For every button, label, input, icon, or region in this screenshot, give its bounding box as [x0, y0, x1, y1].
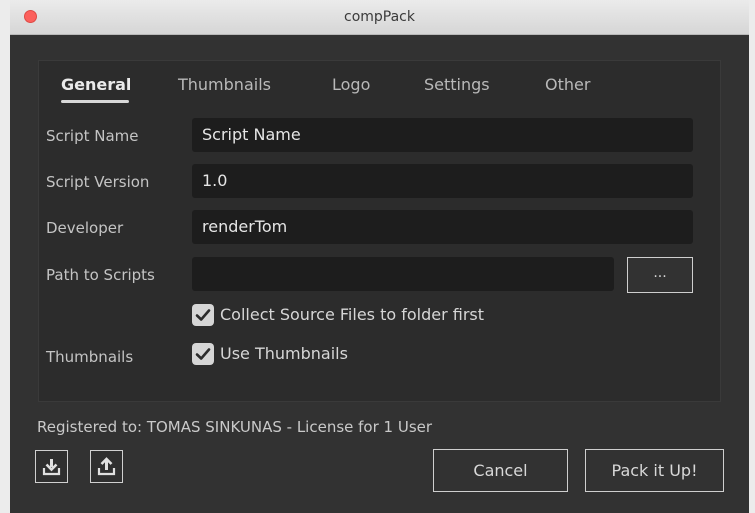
developer-label: Developer: [46, 219, 124, 237]
browse-button[interactable]: ...: [627, 257, 693, 293]
registration-info: Registered to: TOMAS SINKUNAS - License …: [37, 418, 433, 436]
cancel-button[interactable]: Cancel: [433, 449, 568, 492]
active-tab-indicator: [61, 100, 129, 103]
use-thumbnails-checkbox[interactable]: [192, 343, 214, 365]
script-version-input[interactable]: 1.0: [192, 164, 693, 198]
thumbnails-label: Thumbnails: [46, 348, 134, 366]
collect-source-label[interactable]: Collect Source Files to folder first: [220, 305, 484, 324]
tab-logo[interactable]: Logo: [332, 75, 370, 94]
tab-other[interactable]: Other: [545, 75, 590, 94]
collect-source-checkbox[interactable]: [192, 304, 214, 326]
dialog-window: compPack General Thumbnails Logo Setting…: [10, 0, 749, 513]
developer-input[interactable]: renderTom: [192, 210, 693, 244]
script-name-input[interactable]: Script Name: [192, 118, 693, 152]
script-name-label: Script Name: [46, 127, 139, 145]
path-to-scripts-input[interactable]: [192, 257, 614, 291]
window-title: compPack: [344, 9, 415, 25]
checkmark-icon: [195, 348, 211, 360]
path-to-scripts-label: Path to Scripts: [46, 266, 155, 284]
checkmark-icon: [195, 309, 211, 321]
download-icon: [42, 459, 61, 476]
import-settings-button[interactable]: [35, 450, 68, 483]
tab-settings[interactable]: Settings: [424, 75, 490, 94]
tab-thumbnails[interactable]: Thumbnails: [178, 75, 271, 94]
pack-it-up-button[interactable]: Pack it Up!: [585, 449, 724, 492]
tab-general[interactable]: General: [61, 75, 131, 94]
script-version-label: Script Version: [46, 173, 150, 191]
upload-icon: [97, 457, 116, 476]
title-bar[interactable]: compPack: [10, 0, 749, 35]
use-thumbnails-label[interactable]: Use Thumbnails: [220, 344, 348, 363]
export-settings-button[interactable]: [90, 450, 123, 483]
